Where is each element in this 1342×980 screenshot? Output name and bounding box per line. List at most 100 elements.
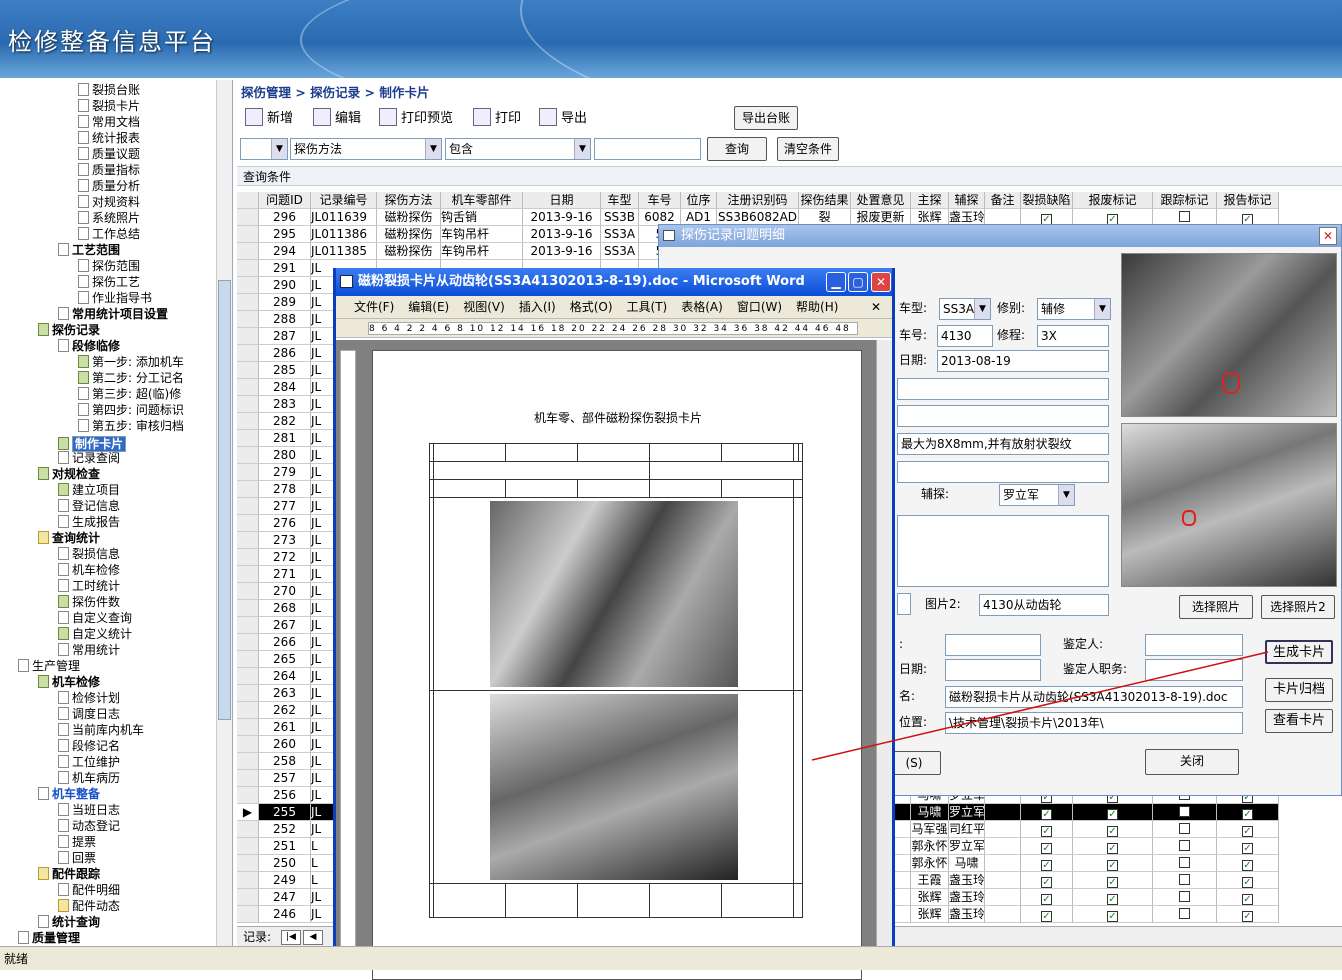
column-header[interactable]: 日期 [523, 192, 601, 209]
row-selector[interactable] [237, 889, 259, 906]
checkbox[interactable]: ✓ [1107, 826, 1118, 837]
row-selector[interactable] [237, 532, 259, 549]
tree-item[interactable]: 机车检修 [58, 562, 120, 578]
row-selector[interactable] [237, 345, 259, 362]
tree-item[interactable]: 对规检查 [38, 466, 100, 482]
checkbox[interactable]: ✓ [1107, 911, 1118, 922]
column-header[interactable]: 机车零部件 [441, 192, 523, 209]
appraiser-duty-field[interactable] [1145, 659, 1243, 681]
tree-scroll-thumb[interactable] [218, 280, 231, 720]
select-photo-button[interactable]: 选择照片 [1179, 595, 1253, 619]
word-menu-item[interactable]: 插入(I) [519, 300, 556, 314]
row-selector[interactable] [237, 600, 259, 617]
maximize-icon[interactable]: ▢ [848, 272, 868, 292]
select-photo2-button[interactable]: 选择照片2 [1261, 595, 1335, 619]
repair-type-select[interactable]: 辅修 ▼ [1037, 298, 1111, 320]
checkbox[interactable]: ✓ [1242, 860, 1253, 871]
row-selector[interactable] [237, 651, 259, 668]
tree-item[interactable]: 配件动态 [58, 898, 120, 914]
row-selector[interactable] [237, 906, 259, 923]
export-button[interactable]: 导出 [539, 106, 587, 132]
tree-item[interactable]: 工艺范围 [58, 242, 120, 258]
row-selector[interactable] [237, 770, 259, 787]
checkbox[interactable] [1179, 806, 1190, 817]
tree-item[interactable]: 裂损台账 [78, 82, 140, 98]
tree-item[interactable]: 生产管理 [18, 658, 80, 674]
tree-item[interactable]: 段修临修 [58, 338, 120, 354]
tree-item[interactable]: 生成报告 [58, 514, 120, 530]
tree-item[interactable]: 探伤工艺 [78, 274, 140, 290]
tree-item[interactable]: 机车病历 [58, 770, 120, 786]
checkbox[interactable] [1179, 874, 1190, 885]
tree-item[interactable]: 工作总结 [78, 226, 140, 242]
tree-item[interactable]: 动态登记 [58, 818, 120, 834]
file-path-field[interactable]: \技术管理\裂损卡片\2013年\ [945, 712, 1243, 734]
checkbox[interactable]: ✓ [1107, 894, 1118, 905]
row-selector[interactable] [237, 838, 259, 855]
checkbox[interactable]: ✓ [1041, 911, 1052, 922]
tree-item[interactable]: 统计查询 [38, 914, 100, 930]
generate-card-button[interactable]: 生成卡片 [1265, 640, 1333, 664]
tree-item[interactable]: 常用统计项目设置 [58, 306, 168, 322]
appraise-date-field[interactable] [945, 659, 1041, 681]
tree-item[interactable]: 探伤件数 [58, 594, 120, 610]
filter-value-input[interactable] [594, 138, 701, 160]
column-header[interactable]: 跟踪标记 [1153, 192, 1217, 209]
word-vertical-scrollbar[interactable] [876, 340, 892, 967]
row-selector[interactable]: ▶ [237, 804, 259, 821]
word-menu-item[interactable]: 格式(O) [570, 300, 613, 314]
checkbox[interactable]: ✓ [1107, 843, 1118, 854]
row-selector[interactable] [237, 481, 259, 498]
row-selector[interactable] [237, 226, 259, 243]
row-selector[interactable] [237, 277, 259, 294]
row-selector[interactable] [237, 328, 259, 345]
checkbox[interactable]: ✓ [1242, 826, 1253, 837]
column-header[interactable]: 主探 [911, 192, 949, 209]
tree-item[interactable]: 工位维护 [58, 754, 120, 770]
column-header[interactable]: 裂损缺陷 [1021, 192, 1073, 209]
row-selector[interactable] [237, 702, 259, 719]
row-selector[interactable] [237, 362, 259, 379]
tree-item[interactable]: 质量指标 [78, 162, 140, 178]
column-header[interactable]: 报告标记 [1217, 192, 1279, 209]
photo1-field[interactable] [897, 593, 911, 615]
column-header[interactable]: 探伤方法 [377, 192, 441, 209]
word-menu-item[interactable]: 视图(V) [463, 300, 505, 314]
row-selector[interactable] [237, 855, 259, 872]
checkbox[interactable]: ✓ [1041, 809, 1052, 820]
row-selector[interactable] [237, 209, 259, 226]
row-selector[interactable] [237, 872, 259, 889]
row-selector[interactable] [237, 311, 259, 328]
tree-item[interactable]: 第二步: 分工记名 [78, 370, 184, 386]
tree-item[interactable]: 检修计划 [58, 690, 120, 706]
tree-item[interactable]: 自定义查询 [58, 610, 132, 626]
tree-item[interactable]: 常用统计 [58, 642, 120, 658]
tree-item[interactable]: 配件明细 [58, 882, 120, 898]
doc-close-icon[interactable]: ✕ [871, 296, 881, 318]
archive-card-button[interactable]: 卡片归档 [1265, 678, 1333, 702]
row-selector[interactable] [237, 736, 259, 753]
save-button[interactable]: (S) [887, 751, 941, 775]
column-header[interactable]: 记录编号 [311, 192, 377, 209]
checkbox[interactable] [1179, 857, 1190, 868]
column-header[interactable]: 报废标记 [1073, 192, 1153, 209]
model-select[interactable]: SS3A ▼ [939, 298, 991, 320]
print-preview-button[interactable]: 打印预览 [379, 106, 453, 132]
checkbox[interactable] [1179, 908, 1190, 919]
row-selector[interactable] [237, 260, 259, 277]
detail-field-2[interactable] [897, 405, 1109, 427]
dialog-close-icon[interactable]: ✕ [1319, 227, 1337, 245]
row-selector[interactable] [237, 617, 259, 634]
checkbox[interactable]: ✓ [1041, 860, 1052, 871]
checkbox[interactable] [1179, 211, 1190, 222]
row-selector[interactable] [237, 719, 259, 736]
column-header[interactable]: 探伤结果 [799, 192, 851, 209]
column-header[interactable]: 车型 [601, 192, 639, 209]
row-selector[interactable] [237, 243, 259, 260]
tree-item[interactable]: 当班日志 [58, 802, 120, 818]
photo2-field[interactable]: 4130从动齿轮 [979, 594, 1109, 616]
tree-item[interactable]: 登记信息 [58, 498, 120, 514]
tree-item[interactable]: 作业指导书 [78, 290, 152, 306]
checkbox[interactable]: ✓ [1107, 809, 1118, 820]
tree-item[interactable]: 调度日志 [58, 706, 120, 722]
